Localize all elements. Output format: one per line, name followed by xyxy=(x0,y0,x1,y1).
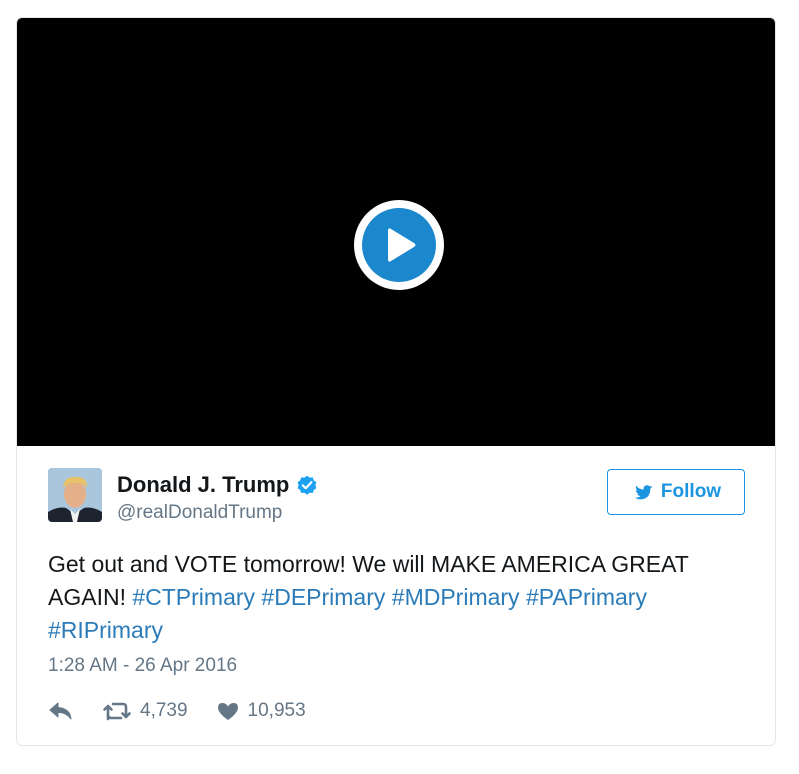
reply-icon xyxy=(49,702,72,720)
verified-badge-icon xyxy=(297,475,317,495)
avatar[interactable] xyxy=(48,468,102,522)
like-count: 10,953 xyxy=(247,700,306,721)
hashtag-link[interactable]: #DEPrimary xyxy=(261,584,385,610)
heart-icon xyxy=(217,703,238,720)
hashtag-link[interactable]: #MDPrimary xyxy=(392,584,520,610)
tweet-card: Donald J. Trump @realDonaldTrump Follow … xyxy=(16,17,776,746)
author-block[interactable]: Donald J. Trump @realDonaldTrump xyxy=(117,472,319,524)
like-button[interactable]: 10,953 xyxy=(216,700,306,722)
follow-button[interactable]: Follow xyxy=(607,469,745,515)
hashtag-link[interactable]: #PAPrimary xyxy=(526,584,647,610)
hashtag-link[interactable]: #RIPrimary xyxy=(48,617,163,643)
follow-button-label: Follow xyxy=(660,481,722,502)
retweet-icon xyxy=(103,702,131,721)
video-player[interactable] xyxy=(17,18,775,446)
tweet-actions: 4,739 10,953 xyxy=(48,696,306,726)
retweet-count: 4,739 xyxy=(140,700,188,721)
reply-button[interactable] xyxy=(48,700,74,722)
play-icon xyxy=(388,228,416,262)
twitter-bird-icon xyxy=(634,485,653,500)
retweet-button[interactable]: 4,739 xyxy=(102,700,188,722)
play-button[interactable] xyxy=(354,200,444,290)
tweet-timestamp[interactable]: 1:28 AM - 26 Apr 2016 xyxy=(48,655,237,677)
hashtag-link[interactable]: #CTPrimary xyxy=(132,584,255,610)
profile-photo xyxy=(48,468,102,522)
author-display-name[interactable]: Donald J. Trump xyxy=(117,472,289,498)
author-handle[interactable]: @realDonaldTrump xyxy=(117,502,319,524)
tweet-text: Get out and VOTE tomorrow! We will MAKE … xyxy=(48,548,748,647)
